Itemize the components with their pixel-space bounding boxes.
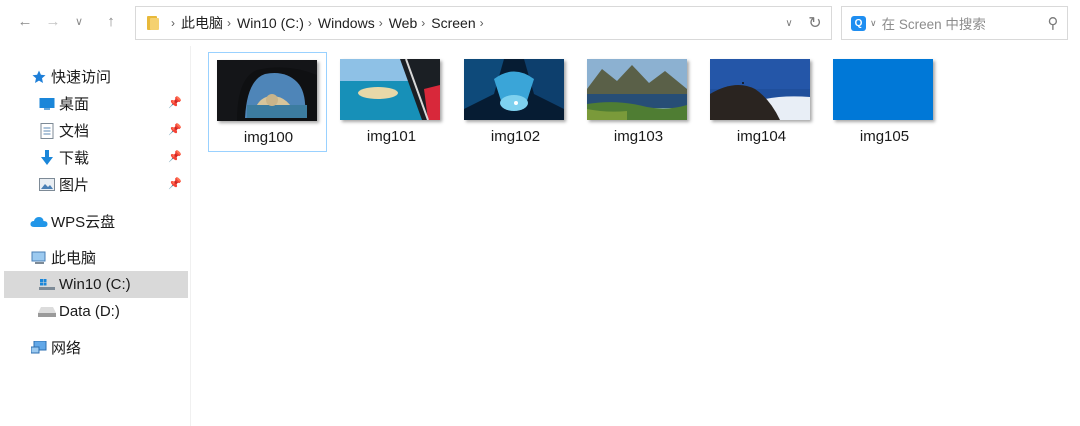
breadcrumb-separator[interactable]: ›: [171, 16, 175, 30]
refresh-icon[interactable]: ↻: [799, 13, 831, 33]
breadcrumb-screen[interactable]: Screen: [431, 15, 475, 31]
file-name[interactable]: img103: [579, 128, 698, 145]
pin-icon[interactable]: 📌: [168, 177, 182, 190]
sidebar-item-desktop[interactable]: 桌面 📌: [4, 90, 188, 117]
download-arrow-icon: [38, 149, 56, 167]
recent-locations-chevron-icon[interactable]: ∨: [68, 10, 90, 32]
file-tile-img100[interactable]: img100: [208, 52, 327, 152]
sidebar-item-label: 下载: [59, 150, 90, 167]
file-name[interactable]: img102: [456, 128, 575, 145]
network-icon: [30, 339, 48, 357]
search-box[interactable]: Q ∨ 在 Screen 中搜索 ⚲: [841, 6, 1068, 40]
folder-icon: [147, 16, 159, 30]
picture-icon: [38, 176, 56, 194]
search-engine-icon[interactable]: Q: [851, 15, 866, 31]
sidebar-item-label: 桌面: [59, 96, 90, 113]
sidebar-item-network[interactable]: 网络: [4, 334, 188, 361]
file-name[interactable]: img100: [209, 129, 328, 146]
navigation-bar: ← → ∨ ↑ › 此电脑 › Win10 (C:) › Windows › W…: [0, 0, 1080, 46]
file-tile-img101[interactable]: img101: [332, 52, 451, 152]
search-icon[interactable]: ⚲: [1039, 14, 1067, 32]
windows-drive-icon: [38, 276, 56, 294]
sidebar-item-label: Data (D:): [59, 303, 120, 320]
sidebar-item-this-pc[interactable]: 此电脑: [4, 244, 188, 271]
breadcrumb-separator[interactable]: ›: [227, 16, 231, 30]
breadcrumb-separator[interactable]: ›: [308, 16, 312, 30]
breadcrumb-separator[interactable]: ›: [379, 16, 383, 30]
sidebar-item-drive-c[interactable]: Win10 (C:): [4, 271, 188, 298]
file-tile-img104[interactable]: img104: [702, 52, 821, 152]
sidebar-item-wps-cloud[interactable]: WPS云盘: [4, 208, 188, 235]
sidebar-item-documents[interactable]: 文档 📌: [4, 117, 188, 144]
image-thumbnail: [833, 59, 933, 120]
star-icon: [30, 68, 48, 86]
computer-icon: [30, 249, 48, 267]
desktop-icon: [38, 95, 56, 113]
sidebar-item-label: 网络: [51, 340, 82, 357]
file-name[interactable]: img101: [332, 128, 451, 145]
sidebar-item-label: 文档: [59, 123, 90, 140]
breadcrumb-drive-c[interactable]: Win10 (C:): [237, 15, 304, 31]
image-thumbnail: [340, 59, 440, 120]
sidebar-item-pictures[interactable]: 图片 📌: [4, 171, 188, 198]
sidebar-item-label: 快速访问: [51, 69, 112, 86]
pin-icon[interactable]: 📌: [168, 123, 182, 136]
image-thumbnail: [217, 60, 317, 121]
address-history-chevron-icon[interactable]: ∨: [779, 18, 799, 29]
image-thumbnail: [464, 59, 564, 120]
sidebar-item-downloads[interactable]: 下载 📌: [4, 144, 188, 171]
document-icon: [38, 122, 56, 140]
file-name[interactable]: img105: [825, 128, 944, 145]
sidebar-item-label: Win10 (C:): [59, 276, 131, 293]
back-arrow-icon[interactable]: ←: [14, 10, 36, 32]
pin-icon[interactable]: 📌: [168, 96, 182, 109]
file-tile-img102[interactable]: img102: [456, 52, 575, 152]
forward-arrow-icon[interactable]: →: [42, 10, 64, 32]
sidebar-item-label: 图片: [59, 177, 90, 194]
navigation-pane: 快速访问 桌面 📌 文档 📌 下载 📌 图片 📌 WPS云盘 此电脑 Win10…: [0, 46, 188, 426]
image-thumbnail: [710, 59, 810, 120]
up-arrow-icon[interactable]: ↑: [100, 10, 122, 32]
sidebar-item-drive-d[interactable]: Data (D:): [4, 298, 188, 325]
sidebar-item-quick-access[interactable]: 快速访问: [4, 63, 188, 90]
image-thumbnail: [587, 59, 687, 120]
search-input[interactable]: 在 Screen 中搜索: [882, 13, 1039, 33]
breadcrumb-windows[interactable]: Windows: [318, 15, 375, 31]
cloud-icon: [30, 213, 48, 231]
breadcrumb-this-pc[interactable]: 此电脑: [181, 13, 223, 33]
file-name[interactable]: img104: [702, 128, 821, 145]
search-engine-chevron-icon[interactable]: ∨: [870, 18, 877, 29]
breadcrumb-web[interactable]: Web: [389, 15, 418, 31]
file-view: img100 img101 img102 img103 img104 img10…: [191, 46, 1080, 426]
breadcrumb-separator[interactable]: ›: [480, 16, 484, 30]
file-tile-img105[interactable]: img105: [825, 52, 944, 152]
sidebar-item-label: 此电脑: [51, 250, 97, 267]
sidebar-item-label: WPS云盘: [51, 214, 116, 231]
pin-icon[interactable]: 📌: [168, 150, 182, 163]
file-tile-img103[interactable]: img103: [579, 52, 698, 152]
drive-icon: [38, 303, 56, 321]
breadcrumb-separator[interactable]: ›: [421, 16, 425, 30]
address-bar[interactable]: › 此电脑 › Win10 (C:) › Windows › Web › Scr…: [135, 6, 832, 40]
